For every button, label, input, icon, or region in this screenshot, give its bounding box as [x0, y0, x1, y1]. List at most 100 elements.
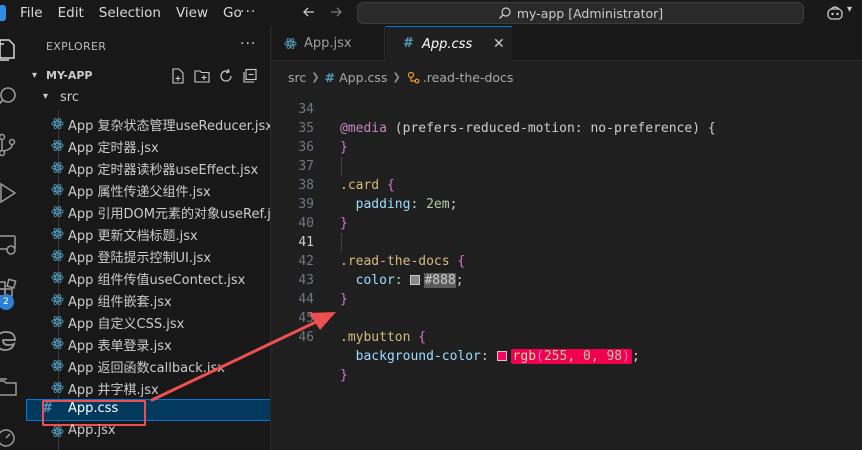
breadcrumb-file[interactable]: App.css — [339, 70, 387, 85]
menu-file[interactable]: File — [20, 0, 43, 26]
code-line: 36 — [272, 119, 862, 155]
new-folder-icon[interactable] — [194, 68, 210, 84]
react-file-icon — [51, 206, 64, 217]
more-menu-button[interactable]: ··· — [240, 0, 256, 24]
file-item[interactable]: App 井字棋.jsx — [26, 377, 270, 399]
folder-icon[interactable] — [0, 374, 20, 400]
refresh-icon[interactable] — [218, 68, 234, 84]
run-debug-icon[interactable] — [0, 180, 20, 206]
file-name: App 复杂状态管理useReducer.jsx — [68, 119, 271, 134]
chevron-right-icon: ❯ — [392, 71, 401, 83]
react-file-icon — [51, 140, 64, 151]
file-item[interactable]: App 自定义CSS.jsx — [26, 311, 270, 333]
src-folder[interactable]: ▾ src — [26, 88, 270, 108]
workspace-folder[interactable]: ▾ MY-APP — [26, 66, 270, 88]
menu-selection[interactable]: Selection — [99, 0, 161, 26]
file-name: App 井字棋.jsx — [68, 383, 159, 398]
file-item[interactable]: App 表单登录.jsx — [26, 333, 270, 355]
search-icon[interactable] — [0, 84, 20, 110]
code-line-active: 41 .read-the-docs { — [272, 214, 862, 269]
breadcrumb-symbol[interactable]: .read-the-docs — [423, 70, 514, 85]
file-item[interactable]: App 组件嵌套.jsx — [26, 289, 270, 311]
menu-view[interactable]: View — [176, 0, 208, 26]
chevron-down-icon: ▾ — [32, 70, 38, 81]
file-name: App.jsx — [68, 423, 116, 438]
file-name: App 引用DOM元素的对象useRef.j... — [68, 207, 271, 222]
tab-app-jsx[interactable]: App.jsx — [272, 26, 385, 61]
react-file-icon — [51, 316, 64, 327]
file-name: App 登陆提示控制UI.jsx — [68, 251, 212, 266]
selector-symbol-icon — [407, 71, 420, 84]
chevron-down-icon: ▾ — [43, 91, 49, 102]
code-line: 46 background-color: rgb(255, 0, 98); — [272, 309, 862, 364]
code-line: 38 padding: 2em; — [272, 157, 862, 212]
code-line: 35 } — [272, 100, 862, 155]
extensions-badge: 2 — [0, 294, 14, 310]
file-item[interactable]: App 复杂状态管理useReducer.jsx — [26, 113, 271, 135]
code-editor[interactable]: 34 @media (prefers-reduced-motion: no-pr… — [272, 88, 862, 450]
react-file-icon — [51, 338, 64, 349]
code-line: } — [272, 328, 862, 383]
react-file-icon — [51, 426, 64, 437]
arrow-left-icon[interactable] — [300, 3, 318, 21]
search-icon — [498, 7, 511, 19]
file-item[interactable]: App 登陆提示控制UI.jsx — [26, 245, 270, 267]
source-control-icon[interactable] — [0, 132, 20, 158]
file-item[interactable]: App 引用DOM元素的对象useRef.j... — [26, 201, 271, 223]
menu-bar: File Edit Selection View Go — [20, 0, 257, 26]
code-line: 37 .card { — [272, 138, 862, 193]
react-file-icon — [51, 118, 64, 129]
command-center[interactable]: my-app [Administrator] — [357, 2, 804, 24]
react-file-icon — [51, 382, 64, 393]
breadcrumb-src[interactable]: src — [288, 70, 306, 85]
tab-app-css[interactable]: # App.css ✕ — [386, 26, 512, 61]
code-line: 44 — [272, 271, 862, 307]
css-file-icon: # — [324, 69, 336, 85]
file-item[interactable]: App 属性传递父组件.jsx — [26, 179, 270, 201]
timeline-icon[interactable] — [0, 424, 20, 450]
file-item[interactable]: App 定时器.jsx — [26, 135, 270, 157]
file-name: App 定时器读秒器useEffect.jsx — [68, 163, 259, 178]
menu-go[interactable]: Go — [223, 0, 242, 26]
color-swatch[interactable] — [496, 350, 507, 361]
close-icon[interactable]: ✕ — [493, 36, 505, 52]
file-name: App 属性传递父组件.jsx — [68, 185, 211, 200]
vscode-logo-icon — [0, 5, 6, 21]
react-file-icon — [51, 272, 64, 283]
folder-actions — [170, 68, 266, 84]
collapse-all-icon[interactable] — [242, 68, 258, 84]
file-name: App 返回函数callback.jsx — [68, 361, 225, 376]
file-name: App 自定义CSS.jsx — [68, 317, 185, 332]
react-file-icon — [51, 250, 64, 261]
file-item[interactable]: App 组件传值useContect.jsx — [26, 267, 270, 289]
explorer-files-icon[interactable] — [0, 36, 20, 62]
file-item-selected[interactable]: # App.css — [26, 399, 270, 426]
menu-edit[interactable]: Edit — [58, 0, 84, 26]
copilot-icon[interactable] — [826, 4, 844, 22]
file-name: App 组件传值useContect.jsx — [68, 273, 246, 288]
workspace-folder-name: MY-APP — [46, 69, 93, 82]
tab-label: App.jsx — [304, 36, 352, 51]
new-file-icon[interactable] — [170, 68, 186, 84]
code-line: 43 } — [272, 252, 862, 307]
react-file-icon — [284, 38, 297, 49]
file-item[interactable]: App 定时器读秒器useEffect.jsx — [26, 157, 270, 179]
indent-guide — [341, 157, 342, 176]
css-file-icon: # — [403, 36, 414, 51]
arrow-right-icon[interactable] — [327, 3, 345, 21]
file-item[interactable]: App 更新文档标题.jsx — [26, 223, 270, 245]
activity-bar: 2 — [0, 26, 26, 450]
explorer-more-button[interactable]: ··· — [240, 36, 256, 52]
file-item[interactable]: App 返回函数callback.jsx — [26, 355, 270, 377]
code-line: 39 } — [272, 176, 862, 231]
file-item[interactable]: App.jsx — [26, 421, 270, 443]
react-file-icon — [51, 360, 64, 371]
code-line: 42 color: #888; — [272, 233, 862, 288]
chevron-down-icon[interactable]: ▾ — [847, 4, 852, 15]
edge-devtools-icon[interactable] — [0, 328, 20, 354]
title-bar: File Edit Selection View Go ··· my-app [… — [0, 0, 862, 26]
react-file-icon — [51, 228, 64, 239]
command-center-label: my-app [Administrator] — [516, 5, 664, 21]
remote-explorer-icon[interactable] — [0, 232, 20, 258]
src-folder-name: src — [60, 90, 79, 105]
